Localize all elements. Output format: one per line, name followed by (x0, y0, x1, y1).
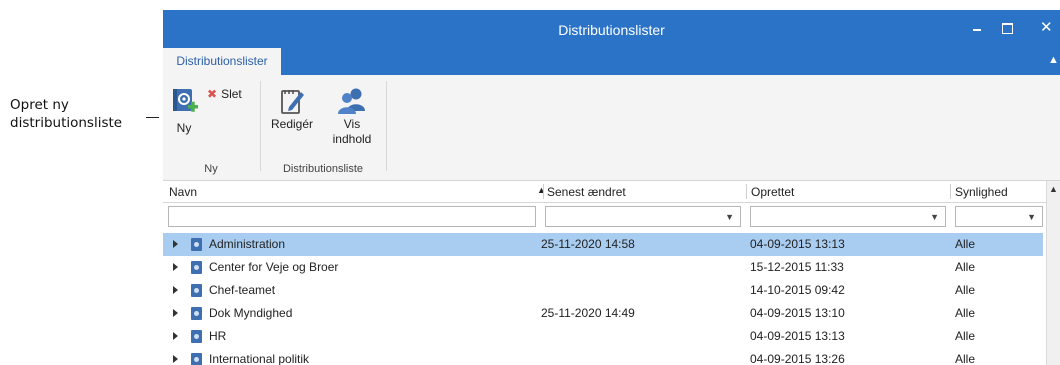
cell-navn: Administration (209, 237, 286, 251)
column-header-navn[interactable]: Navn (169, 185, 197, 199)
table-row[interactable]: Administration 25-11-2020 14:58 04-09-2015… (163, 233, 1043, 256)
column-header-senest-aendret[interactable]: Senest ændret (547, 185, 626, 199)
expand-icon[interactable] (173, 355, 178, 363)
cell-synlighed: Alle (955, 283, 976, 297)
delete-label: Slet (221, 87, 242, 101)
contacts-icon (338, 88, 365, 114)
filter-senest-aendret-select[interactable]: ▼ (545, 206, 741, 227)
distribution-list-icon (191, 284, 202, 297)
column-separator[interactable] (746, 184, 747, 199)
new-list-button[interactable]: Ny (169, 85, 199, 136)
cell-navn: Dok Myndighed (209, 306, 293, 320)
column-separator[interactable] (543, 184, 544, 199)
filter-synlighed-select[interactable]: ▼ (955, 206, 1043, 227)
column-header-synlighed[interactable]: Synlighed (955, 185, 1008, 199)
ribbon-separator (386, 81, 387, 171)
grid-header: Navn ▲ Senest ændret Oprettet Synlighed (163, 181, 1060, 203)
expand-icon[interactable] (173, 240, 178, 248)
vertical-scrollbar[interactable]: ▲ (1046, 181, 1060, 365)
cell-navn: International politik (209, 352, 310, 365)
cell-oprettet: 04-09-2015 13:13 (750, 329, 845, 343)
new-list-icon (173, 89, 198, 112)
scroll-up-icon[interactable]: ▲ (1049, 184, 1058, 194)
table-row[interactable]: Dok Myndighed 25-11-2020 14:49 04-09-2015 … (163, 302, 1043, 325)
group-label-distributionsliste: Distributionsliste (282, 163, 364, 175)
ribbon: Ny ✖ Slet Ny Redigér Vis indhold Distrib… (163, 75, 1060, 181)
edit-button[interactable]: Redigér (269, 85, 315, 132)
column-header-oprettet[interactable]: Oprettet (751, 185, 794, 199)
cell-oprettet: 04-09-2015 13:26 (750, 352, 845, 365)
cell-oprettet: 14-10-2015 09:42 (750, 283, 845, 297)
ribbon-tabstrip: Distributionslister ▲ (163, 48, 1060, 75)
edit-label: Redigér (270, 117, 314, 131)
table-row[interactable]: International politik 04-09-2015 13:26 All… (163, 348, 1043, 365)
window-title: Distributionslister (558, 22, 665, 38)
chevron-down-icon: ▼ (930, 212, 939, 222)
cell-oprettet: 15-12-2015 11:33 (750, 260, 844, 274)
collapse-ribbon-icon[interactable]: ▲ (1048, 54, 1059, 66)
cell-synlighed: Alle (955, 352, 976, 365)
ribbon-group-ny: Ny ✖ Slet Ny (163, 75, 259, 181)
filter-oprettet-select[interactable]: ▼ (750, 206, 946, 227)
view-contents-label-2: indhold (332, 132, 372, 146)
cell-senest-aendret: 25-11-2020 14:58 (541, 237, 635, 251)
view-contents-button[interactable]: Vis indhold (327, 85, 377, 147)
distribution-list-icon (191, 307, 202, 320)
delete-button[interactable]: ✖ Slet (207, 87, 242, 101)
chevron-down-icon: ▼ (1027, 212, 1036, 222)
cell-oprettet: 04-09-2015 13:13 (750, 237, 845, 251)
cell-synlighed: Alle (955, 260, 976, 274)
chevron-down-icon: ▼ (725, 212, 734, 222)
distribution-list-grid: Navn ▲ Senest ændret Oprettet Synlighed … (163, 181, 1060, 365)
callout-annotation: Opret ny distributionsliste (10, 96, 150, 132)
table-row[interactable]: Center for Veje og Broer 15-12-2015 11:33… (163, 256, 1043, 279)
title-bar: Distributionslister ✕ (163, 10, 1060, 48)
tab-distributionslister[interactable]: Distributionslister (163, 48, 281, 75)
expand-icon[interactable] (173, 286, 178, 294)
cell-synlighed: Alle (955, 237, 976, 251)
sort-ascending-icon[interactable]: ▲ (537, 185, 546, 195)
table-row[interactable]: HR 04-09-2015 13:13 Alle (163, 325, 1043, 348)
cell-synlighed: Alle (955, 329, 976, 343)
view-contents-label-1: Vis (343, 117, 361, 131)
close-button[interactable]: ✕ (1040, 18, 1060, 38)
delete-icon: ✖ (207, 87, 218, 101)
group-label-ny: Ny (204, 163, 218, 175)
cell-navn: Center for Veje og Broer (209, 260, 339, 274)
distribution-list-icon (191, 238, 202, 251)
filter-navn-input[interactable] (168, 206, 536, 227)
distribution-list-icon (191, 261, 202, 274)
expand-icon[interactable] (173, 263, 178, 271)
edit-icon (281, 90, 304, 114)
ribbon-group-distributionsliste: Redigér Vis indhold Distributionsliste (261, 75, 385, 181)
callout-line2: distributionsliste (10, 115, 123, 131)
maximize-button[interactable] (998, 18, 1018, 38)
cell-senest-aendret: 25-11-2020 14:49 (541, 306, 635, 320)
expand-icon[interactable] (173, 332, 178, 340)
distribution-list-icon (191, 330, 202, 343)
callout-line1: Opret ny (10, 97, 69, 113)
cell-navn: Chef-teamet (209, 283, 276, 297)
distribution-list-icon (191, 353, 202, 365)
table-row[interactable]: Chef-teamet 14-10-2015 09:42 Alle (163, 279, 1043, 302)
expand-icon[interactable] (173, 309, 178, 317)
new-list-label: Ny (176, 121, 192, 135)
cell-synlighed: Alle (955, 306, 976, 320)
minimize-button[interactable] (968, 18, 988, 38)
app-window: Distributionslister ✕ Distributionsliste… (163, 10, 1060, 365)
cell-oprettet: 04-09-2015 13:10 (750, 306, 845, 320)
column-separator[interactable] (950, 184, 951, 199)
cell-navn: HR (209, 329, 227, 343)
callout-pointer (146, 117, 159, 118)
